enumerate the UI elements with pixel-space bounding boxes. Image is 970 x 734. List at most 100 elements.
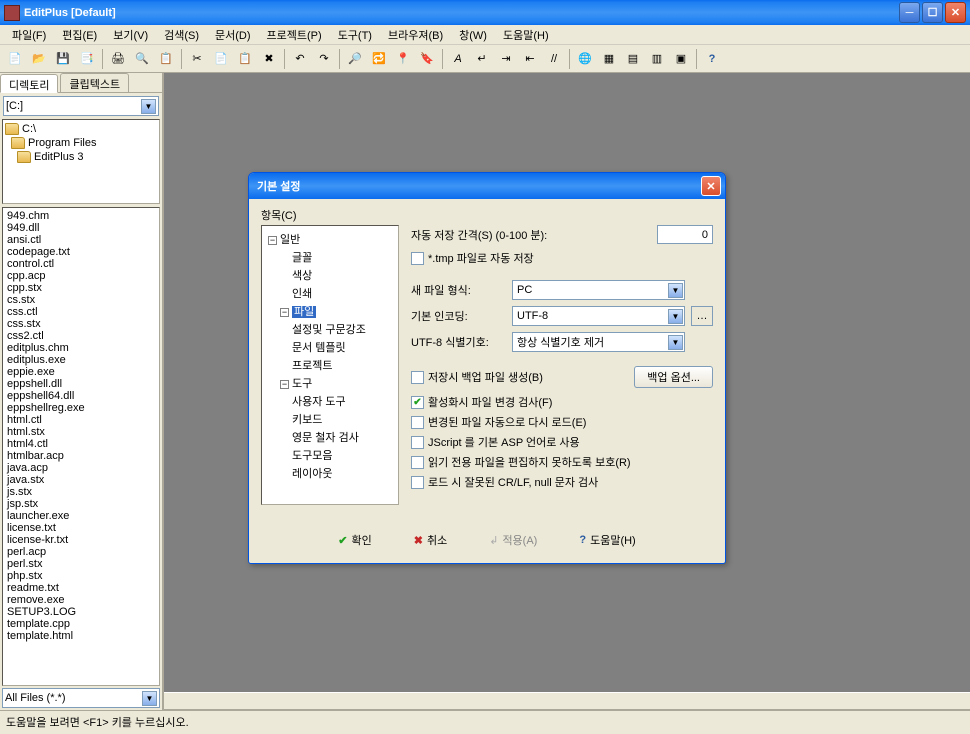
file-item[interactable]: license-kr.txt [5, 534, 157, 546]
panel4-icon[interactable]: ▣ [670, 48, 692, 70]
file-item[interactable]: css.stx [5, 318, 157, 330]
file-item[interactable]: html4.ctl [5, 438, 157, 450]
drive-select[interactable]: [C:] ▼ [3, 96, 159, 116]
file-item[interactable]: jsp.stx [5, 498, 157, 510]
menu-window[interactable]: 창(W) [451, 25, 495, 44]
file-item[interactable]: control.ctl [5, 258, 157, 270]
tree-node-template[interactable]: 문서 템플릿 [264, 338, 396, 356]
cancel-button[interactable]: ✖취소 [402, 529, 459, 551]
ok-button[interactable]: ✔확인 [326, 529, 383, 551]
chevron-down-icon[interactable]: ▼ [668, 309, 683, 324]
tab-directory[interactable]: 디렉토리 [0, 74, 58, 93]
file-item[interactable]: php.stx [5, 570, 157, 582]
file-item[interactable]: editplus.chm [5, 342, 157, 354]
file-item[interactable]: eppshell64.dll [5, 390, 157, 402]
file-item[interactable]: launcher.exe [5, 510, 157, 522]
file-item[interactable]: template.html [5, 630, 157, 642]
file-item[interactable]: editplus.exe [5, 354, 157, 366]
wrap-icon[interactable]: ↵ [471, 48, 493, 70]
find-icon[interactable]: 🔎 [344, 48, 366, 70]
menu-help[interactable]: 도움말(H) [495, 25, 557, 44]
menu-file[interactable]: 파일(F) [4, 25, 54, 44]
menu-document[interactable]: 문서(D) [207, 25, 259, 44]
file-item[interactable]: js.stx [5, 486, 157, 498]
doc-icon[interactable]: 📋 [155, 48, 177, 70]
menu-tools[interactable]: 도구(T) [330, 25, 380, 44]
panel3-icon[interactable]: ▥ [646, 48, 668, 70]
help-button[interactable]: ?도움말(H) [567, 529, 647, 551]
file-item[interactable]: perl.acp [5, 546, 157, 558]
detect-change-checkbox[interactable]: ✔ [411, 396, 424, 409]
copy-icon[interactable]: 📄 [210, 48, 232, 70]
file-item[interactable]: eppshellreg.exe [5, 402, 157, 414]
file-item[interactable]: remove.exe [5, 594, 157, 606]
chevron-down-icon[interactable]: ▼ [668, 283, 683, 298]
tree-node-file[interactable]: −파일 [264, 302, 396, 320]
undo-icon[interactable]: ↶ [289, 48, 311, 70]
chevron-down-icon[interactable]: ▼ [141, 99, 156, 114]
folder-tree[interactable]: C:\ Program Files EditPlus 3 [2, 119, 160, 204]
folder-item[interactable]: Program Files [5, 136, 157, 150]
file-item[interactable]: eppie.exe [5, 366, 157, 378]
file-item[interactable]: css.ctl [5, 306, 157, 318]
tree-node-usertools[interactable]: 사용자 도구 [264, 392, 396, 410]
utf8sig-combo[interactable]: 항상 식별기호 제거▼ [512, 332, 685, 352]
file-item[interactable]: cpp.stx [5, 282, 157, 294]
tree-node-layout[interactable]: 레이아웃 [264, 464, 396, 482]
new-icon[interactable]: 📄 [4, 48, 26, 70]
paste-icon[interactable]: 📋 [234, 48, 256, 70]
delete-icon[interactable]: ✖ [258, 48, 280, 70]
file-item[interactable]: codepage.txt [5, 246, 157, 258]
backup-options-button[interactable]: 백업 옵션... [634, 366, 713, 388]
file-item[interactable]: htmlbar.acp [5, 450, 157, 462]
crlf-check-checkbox[interactable] [411, 476, 424, 489]
browser-icon[interactable]: 🌐 [574, 48, 596, 70]
folder-item[interactable]: C:\ [5, 122, 157, 136]
dialog-close-button[interactable]: ✕ [701, 176, 721, 196]
open-icon[interactable]: 📂 [28, 48, 50, 70]
tree-node-general[interactable]: −일반 [264, 230, 396, 248]
newfile-combo[interactable]: PC▼ [512, 280, 685, 300]
menu-edit[interactable]: 편집(E) [54, 25, 105, 44]
menu-browser[interactable]: 브라우져(B) [380, 25, 451, 44]
auto-reload-checkbox[interactable] [411, 416, 424, 429]
autosave-input[interactable] [657, 225, 713, 244]
close-button[interactable]: ✕ [945, 2, 966, 23]
collapse-icon[interactable]: − [280, 380, 289, 389]
redo-icon[interactable]: ↷ [313, 48, 335, 70]
tree-node-color[interactable]: 색상 [264, 266, 396, 284]
cut-icon[interactable]: ✂ [186, 48, 208, 70]
maximize-button[interactable]: ☐ [922, 2, 943, 23]
goto-icon[interactable]: 📍 [392, 48, 414, 70]
tree-node-project[interactable]: 프로젝트 [264, 356, 396, 374]
file-filter[interactable]: All Files (*.*) ▼ [2, 688, 160, 708]
help-icon[interactable]: ? [701, 48, 723, 70]
file-item[interactable]: html.ctl [5, 414, 157, 426]
menu-search[interactable]: 검색(S) [156, 25, 207, 44]
font-icon[interactable]: A [447, 48, 469, 70]
file-item[interactable]: template.cpp [5, 618, 157, 630]
category-tree[interactable]: −일반 글꼴 색상 인쇄 −파일 설정및 구문강조 문서 템플릿 프로젝트 −도… [261, 225, 399, 505]
chevron-down-icon[interactable]: ▼ [142, 691, 157, 706]
chevron-down-icon[interactable]: ▼ [668, 335, 683, 350]
file-item[interactable]: readme.txt [5, 582, 157, 594]
collapse-icon[interactable]: − [280, 308, 289, 317]
saveall-icon[interactable]: 📑 [76, 48, 98, 70]
minimize-button[interactable]: ─ [899, 2, 920, 23]
file-item[interactable]: SETUP3.LOG [5, 606, 157, 618]
tree-node-syntax[interactable]: 설정및 구문강조 [264, 320, 396, 338]
file-item[interactable]: 949.chm [5, 210, 157, 222]
apply-button[interactable]: ↲적용(A) [477, 529, 549, 551]
preview-icon[interactable]: 🔍 [131, 48, 153, 70]
tmp-save-checkbox[interactable] [411, 252, 424, 265]
file-item[interactable]: cs.stx [5, 294, 157, 306]
file-item[interactable]: perl.stx [5, 558, 157, 570]
file-item[interactable]: css2.ctl [5, 330, 157, 342]
jscript-asp-checkbox[interactable] [411, 436, 424, 449]
save-icon[interactable]: 💾 [52, 48, 74, 70]
panel2-icon[interactable]: ▤ [622, 48, 644, 70]
encoding-more-button[interactable]: … [691, 306, 713, 326]
collapse-icon[interactable]: − [268, 236, 277, 245]
folder-item[interactable]: EditPlus 3 [5, 150, 157, 164]
file-item[interactable]: cpp.acp [5, 270, 157, 282]
